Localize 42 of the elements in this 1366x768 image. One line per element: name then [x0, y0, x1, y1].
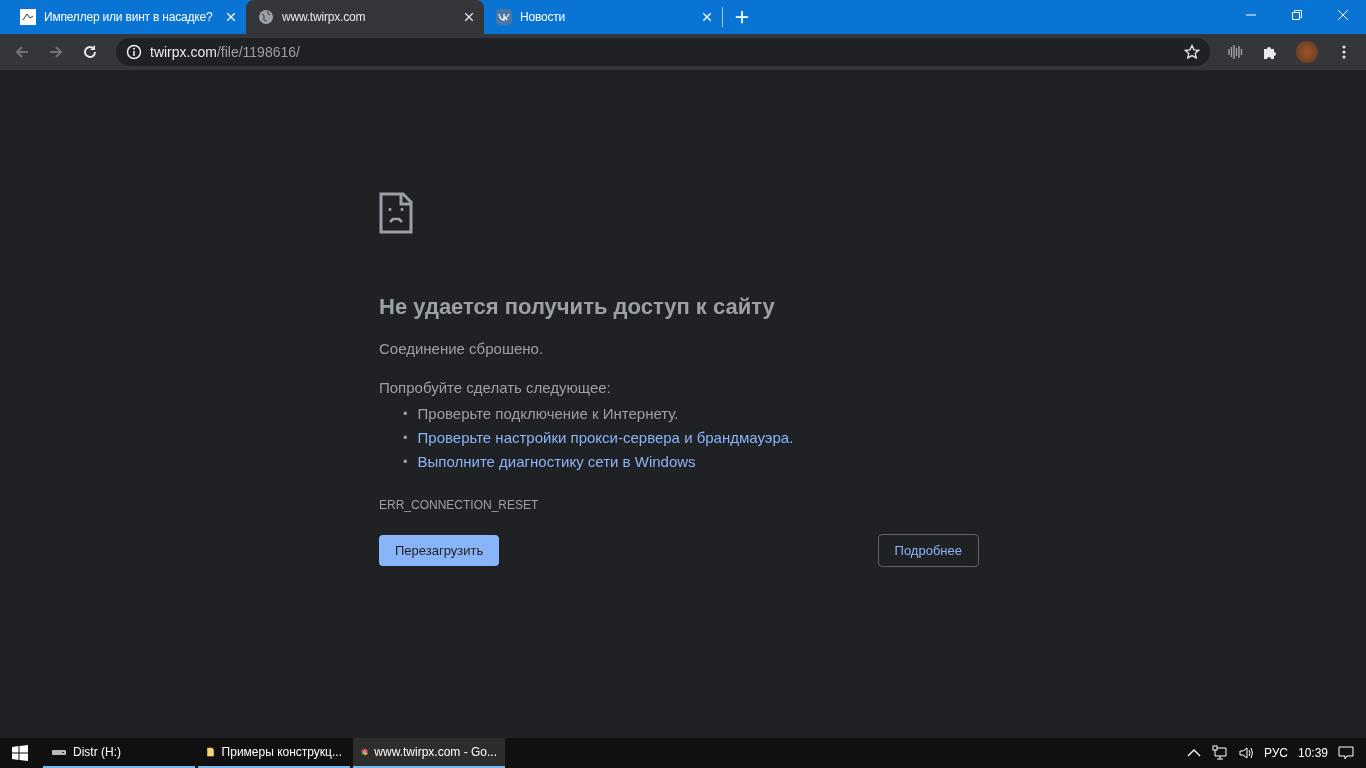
speaker-icon[interactable]: [1237, 745, 1254, 761]
language-indicator[interactable]: РУС: [1263, 746, 1288, 760]
address-bar[interactable]: twirpx.com/file/1198616/: [116, 38, 1210, 66]
tab-title: Новости: [520, 10, 567, 24]
info-icon[interactable]: [126, 44, 142, 60]
tab-title: Импеллер или винт в насадке?: [44, 10, 214, 24]
close-icon[interactable]: [464, 12, 474, 22]
error-code: ERR_CONNECTION_RESET: [379, 498, 540, 512]
suggestions-heading: Попробуйте сделать следующее:: [379, 379, 612, 396]
bullet: •: [403, 429, 408, 447]
taskbar-label: Distr (H:): [73, 745, 121, 759]
bullet: •: [403, 453, 408, 471]
page-icon: [20, 9, 36, 25]
taskbar-button[interactable]: www.twirpx.com - Go...: [353, 738, 505, 768]
tab[interactable]: Новости: [484, 0, 722, 34]
suggestion-text: Проверьте подключение к Интернету.: [417, 404, 679, 424]
windows-icon: [12, 745, 28, 761]
tab-title: www.twirpx.com: [282, 10, 367, 24]
restore-icon: [1291, 9, 1303, 21]
vk-logo-icon: [496, 9, 512, 25]
tab[interactable]: www.twirpx.com: [246, 0, 484, 34]
bullet: •: [403, 405, 408, 423]
notification-icon[interactable]: [1338, 745, 1354, 761]
taskbar-button[interactable]: Distr (H:): [43, 738, 195, 768]
reload-button[interactable]: Перезагрузить: [379, 535, 500, 566]
error-message: Соединение сброшено.: [379, 340, 545, 357]
taskbar-button[interactable]: Примеры конструкц...: [198, 738, 350, 768]
taskbar-label: Примеры конструкц...: [221, 745, 342, 759]
globe-icon: [258, 9, 274, 25]
details-button[interactable]: Подробнее: [877, 534, 979, 567]
sad-page-icon: [379, 192, 413, 234]
clock[interactable]: 10:39: [1297, 746, 1328, 760]
url-text: twirpx.com/file/1198616/: [150, 44, 301, 60]
network-icon[interactable]: [1211, 745, 1228, 761]
taskbar-label: www.twirpx.com - Go...: [374, 745, 497, 759]
suggestion-link[interactable]: Проверьте настройки прокси-сервера и брандмауэра.: [417, 426, 794, 450]
star-icon[interactable]: [1184, 44, 1200, 60]
new-tab-icon[interactable]: [735, 10, 749, 24]
error-heading: Не удается получить доступ к сайту: [379, 294, 776, 320]
close-icon: [1337, 9, 1349, 21]
suggestion-link[interactable]: Выполните диагностику сети в Windows: [417, 450, 696, 474]
tab[interactable]: Импеллер или винт в насадке?: [8, 0, 246, 34]
